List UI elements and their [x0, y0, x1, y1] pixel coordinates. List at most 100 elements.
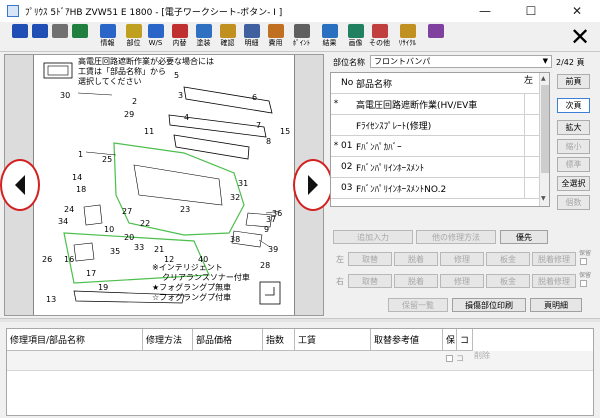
- zoom-out-button[interactable]: 縮小: [557, 139, 590, 154]
- toolbar-button-cost[interactable]: 費用: [264, 24, 287, 50]
- pane-splitter[interactable]: [0, 318, 600, 322]
- info-icon: [99, 24, 116, 38]
- add-input-button[interactable]: 追加入力: [333, 230, 413, 244]
- left-replace-button[interactable]: 取替: [348, 252, 392, 266]
- left-hold-checkbox[interactable]: [580, 258, 587, 265]
- list-item[interactable]: * 01 Fﾊﾞﾝﾊﾟｶﾊﾞｰ: [331, 136, 539, 157]
- paint-icon: [195, 24, 212, 38]
- diagram-footnote: ☆フォグラングプ付車: [152, 293, 232, 302]
- column-part-price: 部品価格: [193, 329, 263, 351]
- result-icon: [321, 24, 338, 38]
- toolbar-button-detail[interactable]: 明細: [240, 24, 263, 50]
- cost-icon: [267, 24, 284, 38]
- damaged-part-print-button[interactable]: 損傷部位印刷: [452, 298, 526, 312]
- diagram-footnote: ★フォグラングプ無車: [152, 283, 232, 292]
- right-sheet-metal-button[interactable]: 板金: [486, 274, 530, 288]
- estimate-table: 修理項目/部品名称 修理方法 部品価格 指数 工賃 取替参考値 保 コ: [6, 328, 594, 416]
- right-arrow-icon: [308, 175, 318, 195]
- left-sheet-metal-button[interactable]: 板金: [486, 252, 530, 266]
- list-item[interactable]: 03 FﾊﾞﾝﾊﾟﾘｲﾝﾎｰｽﾒﾝﾄNO.2: [331, 178, 539, 199]
- left-detach-button[interactable]: 脱着: [394, 252, 438, 266]
- toolbar-button-result[interactable]: 結果: [318, 24, 341, 50]
- diagram-footnote: ※インテリジェント: [152, 263, 223, 272]
- parts-diagram[interactable]: 高電圧回路遮断作業が必要な場合には 工賃は「部品名称」から 選択してください 3…: [33, 55, 295, 315]
- other-repair-method-button[interactable]: 他の修理方法: [416, 230, 496, 244]
- previous-page-arrow[interactable]: [0, 159, 40, 211]
- toolbar-button-other[interactable]: その他: [368, 24, 391, 50]
- select-all-button[interactable]: 全選択: [557, 176, 590, 191]
- table-row[interactable]: [7, 351, 593, 371]
- right-repair-button[interactable]: 修理: [440, 274, 484, 288]
- toolbar-button-label: ﾎﾟｲﾝﾄ: [292, 39, 311, 47]
- minimize-button[interactable]: —: [462, 0, 508, 22]
- prev-page-button[interactable]: 前頁: [557, 74, 590, 89]
- next-page-arrow[interactable]: [293, 159, 333, 211]
- column-repair-method: 修理方法: [143, 329, 193, 351]
- part-number: 38: [230, 235, 241, 244]
- part-number: 2: [132, 97, 138, 106]
- toolbar-button-label: 画像: [348, 39, 363, 47]
- maximize-button[interactable]: ☐: [508, 0, 554, 22]
- toolbar-button-parts[interactable]: 部位: [122, 24, 145, 50]
- right-replace-button[interactable]: 取替: [348, 274, 392, 288]
- parts-icon: [125, 24, 142, 38]
- toolbar-button-recycle[interactable]: ﾘｻｲｸﾙ: [396, 24, 419, 50]
- list-item[interactable]: Fﾗｲｾﾝｽﾌﾟﾚｰﾄ(修理): [331, 115, 539, 136]
- parts-list-scrollbar[interactable]: ▲ ▼: [539, 73, 549, 206]
- toolbar-button-label: W/S: [148, 39, 163, 47]
- part-number: 23: [180, 205, 191, 214]
- left-repair-button[interactable]: 修理: [440, 252, 484, 266]
- right-detach-repair-button[interactable]: 脱着修理: [532, 274, 576, 288]
- app-icon: [7, 5, 19, 17]
- right-row-label: 右: [336, 277, 344, 286]
- left-row-label: 左: [336, 255, 344, 264]
- toolbar-button-replace[interactable]: 内替: [168, 24, 191, 50]
- diagram-note-line-2: 工賃は「部品名称」から: [78, 67, 166, 76]
- priority-button[interactable]: 優先: [500, 230, 548, 244]
- save-all-icon: [31, 24, 48, 38]
- part-name-select[interactable]: フロントバンパ ▼: [370, 55, 552, 68]
- toolbar-button-label: 塗装: [196, 39, 211, 47]
- toolbar-button-image[interactable]: 画像: [344, 24, 367, 50]
- page-details-button[interactable]: 頁明細: [530, 298, 582, 312]
- toolbar-button-label: その他: [369, 39, 390, 47]
- part-number: 33: [134, 243, 145, 252]
- scroll-down-icon[interactable]: ▼: [541, 195, 546, 202]
- toolbar-button-point[interactable]: ﾎﾟｲﾝﾄ: [290, 24, 313, 50]
- delete-button[interactable]: 削除: [474, 350, 490, 361]
- toolbar-button-exit-door[interactable]: [68, 24, 91, 50]
- list-item[interactable]: 02 Fﾊﾞﾝﾊﾟﾘｲﾝﾎｰｽﾒﾝﾄ: [331, 157, 539, 178]
- parts-list-header: No 部品名称 左: [331, 73, 539, 94]
- scroll-up-icon[interactable]: ▲: [541, 75, 546, 82]
- left-detach-repair-button[interactable]: 脱着修理: [532, 252, 576, 266]
- right-detach-button[interactable]: 脱着: [394, 274, 438, 288]
- right-hold-label: 保留: [579, 272, 592, 279]
- close-window-button[interactable]: ✕: [554, 0, 600, 22]
- list-item[interactable]: * 高電圧回路遮断作業(HV/EV車: [331, 94, 539, 115]
- toolbar-button-confirm[interactable]: 確認: [216, 24, 239, 50]
- confirm-icon: [219, 24, 236, 38]
- right-hold-checkbox[interactable]: [580, 280, 587, 287]
- row-hold-checkbox[interactable]: [446, 355, 453, 362]
- toolbar: 情報 部位 W/S 内替 塗装 確認 明細 費用 ﾎﾟｲﾝﾄ 結果 画像 その他 ﾘｻｲｸﾙ: [0, 22, 600, 52]
- toolbar-button-worksheet[interactable]: W/S: [144, 24, 167, 50]
- diagram-note-line-1: 高電圧回路遮断作業が必要な場合には: [78, 57, 214, 66]
- standard-size-button[interactable]: 標準: [557, 157, 590, 172]
- toolbar-button-label: 確認: [220, 39, 235, 47]
- close-icon[interactable]: ✕: [570, 24, 590, 50]
- column-no: No: [341, 78, 354, 88]
- toolbar-button-info[interactable]: 情報: [96, 24, 119, 50]
- next-page-button[interactable]: 次頁: [557, 98, 590, 113]
- replace-icon: [171, 24, 188, 38]
- toolbar-button-label: 情報: [100, 39, 115, 47]
- save-icon: [11, 24, 28, 38]
- part-number: 27: [122, 207, 133, 216]
- hold-list-button[interactable]: 保留一覧: [388, 298, 448, 312]
- toolbar-button-paint[interactable]: 塗装: [192, 24, 215, 50]
- scrollbar-thumb[interactable]: [541, 85, 549, 173]
- quantity-button[interactable]: 個数: [557, 195, 590, 210]
- tag-icon: [427, 24, 444, 38]
- part-number: 18: [76, 185, 87, 194]
- zoom-in-button[interactable]: 拡大: [557, 120, 590, 135]
- toolbar-button-tag[interactable]: [424, 24, 447, 50]
